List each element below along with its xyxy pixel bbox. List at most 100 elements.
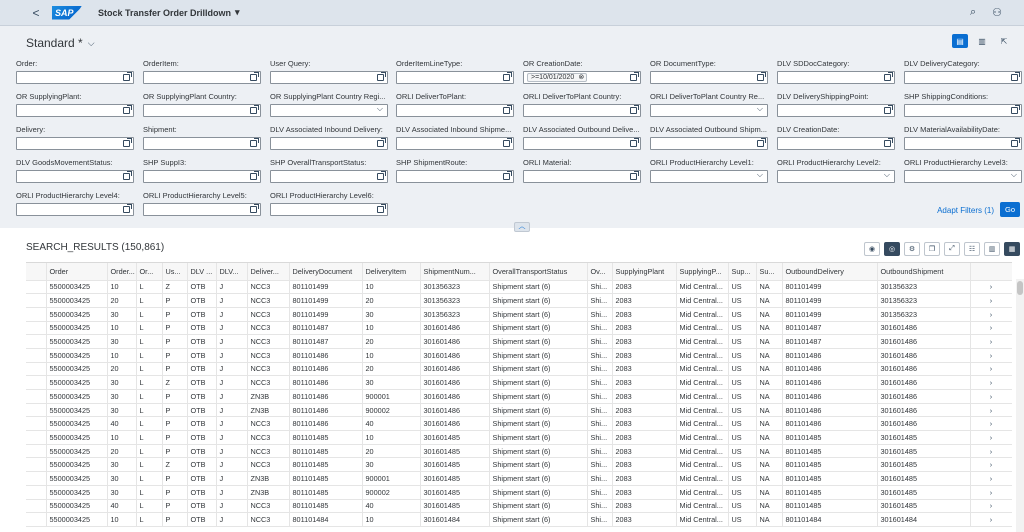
column-header[interactable]: Ov... <box>587 263 613 281</box>
value-help-icon[interactable] <box>503 105 512 114</box>
select-all-header[interactable] <box>26 263 47 281</box>
filter-select[interactable]: ⌵ <box>270 104 388 117</box>
row-selector[interactable] <box>26 321 47 336</box>
value-help-icon[interactable] <box>250 171 259 180</box>
table-row[interactable]: 5500003425 10 L P OTB J NCC3 801101485 10 3016014… <box>26 430 1012 445</box>
row-selector[interactable] <box>26 389 47 404</box>
row-navigation-icon[interactable]: › <box>970 512 1012 527</box>
row-navigation-icon[interactable]: › <box>970 362 1012 377</box>
table-row[interactable]: 5500003425 40 L P OTB J NCC3 801101485 40 3016014… <box>26 499 1012 514</box>
filter-input[interactable] <box>270 137 388 150</box>
filter-input[interactable] <box>143 104 261 117</box>
filter-input[interactable] <box>650 71 768 84</box>
filter-input[interactable] <box>396 104 514 117</box>
filter-input[interactable] <box>396 137 514 150</box>
row-selector[interactable] <box>26 471 47 486</box>
column-header[interactable]: Or... <box>136 263 163 281</box>
table-view-icon[interactable]: ▦ <box>1004 242 1020 256</box>
filter-input[interactable] <box>523 137 641 150</box>
value-help-icon[interactable] <box>503 72 512 81</box>
column-header[interactable]: DLV ... <box>187 263 217 281</box>
table-row[interactable]: 5500003425 20 L P OTB J NCC3 801101499 20 3013563… <box>26 293 1012 308</box>
filter-input[interactable] <box>270 203 388 216</box>
value-help-icon[interactable] <box>884 72 893 81</box>
row-selector[interactable] <box>26 430 47 445</box>
filter-input[interactable] <box>904 71 1022 84</box>
row-navigation-icon[interactable]: › <box>970 375 1012 390</box>
table-row[interactable]: 5500003425 40 L P OTB J NCC3 801101486 40 3016014… <box>26 416 1012 432</box>
column-header[interactable]: DeliveryItem <box>362 263 421 281</box>
filter-input[interactable] <box>777 104 895 117</box>
column-header[interactable]: Sup... <box>728 263 757 281</box>
value-help-icon[interactable] <box>123 171 132 180</box>
scrollbar-thumb[interactable] <box>1017 281 1023 295</box>
app-title[interactable]: Stock Transfer Order Drilldown ▾ <box>98 7 240 18</box>
row-navigation-icon[interactable]: › <box>970 499 1012 514</box>
copy-icon[interactable]: ❐ <box>924 242 940 256</box>
table-row[interactable]: 5500003425 10 L P OTB J NCC3 801101487 10 3016014… <box>26 321 1012 336</box>
collapse-header-button[interactable]: ︿ <box>514 222 530 232</box>
table-row[interactable]: 5500003425 30 L P OTB J NCC3 801101487 20 3016014… <box>26 334 1012 349</box>
row-selector[interactable] <box>26 457 47 473</box>
filter-input[interactable] <box>270 170 388 183</box>
row-selector[interactable] <box>26 348 47 363</box>
vertical-scrollbar[interactable] <box>1016 279 1024 532</box>
chevron-down-icon[interactable]: ⌵ <box>757 104 763 114</box>
value-help-icon[interactable] <box>630 138 639 147</box>
row-selector[interactable] <box>26 293 47 308</box>
filter-select[interactable]: ⌵ <box>904 170 1022 183</box>
row-navigation-icon[interactable]: › <box>970 280 1012 295</box>
value-help-icon[interactable] <box>377 204 386 213</box>
filter-select[interactable]: ⌵ <box>777 170 895 183</box>
column-header[interactable]: OutboundDelivery <box>782 263 878 281</box>
row-selector[interactable] <box>26 280 47 295</box>
filter-input[interactable] <box>143 203 261 216</box>
value-help-icon[interactable] <box>123 138 132 147</box>
row-navigation-icon[interactable]: › <box>970 348 1012 363</box>
row-navigation-icon[interactable]: › <box>970 416 1012 432</box>
go-button[interactable]: Go <box>1000 202 1020 217</box>
filter-input[interactable] <box>16 170 134 183</box>
column-header[interactable]: ShipmentNum... <box>420 263 490 281</box>
column-header[interactable]: Deliver... <box>247 263 290 281</box>
filter-input[interactable] <box>523 104 641 117</box>
row-selector[interactable] <box>26 512 47 527</box>
value-help-icon[interactable] <box>250 105 259 114</box>
table-row[interactable]: 5500003425 30 L P OTB J ZN3B 801101486 900001 301… <box>26 389 1012 404</box>
row-selector[interactable] <box>26 416 47 432</box>
table-row[interactable]: 5500003425 20 L P OTB J NCC3 801101486 20 3016014… <box>26 362 1012 377</box>
filter-input[interactable] <box>143 170 261 183</box>
value-help-icon[interactable] <box>884 138 893 147</box>
row-selector[interactable] <box>26 499 47 514</box>
search-icon[interactable]: ⌕ <box>970 6 976 19</box>
table-row[interactable]: 5500003425 30 L Z OTB J NCC3 801101486 30 3016014… <box>26 375 1012 390</box>
row-selector[interactable] <box>26 444 47 459</box>
filter-select[interactable]: ⌵ <box>650 104 768 117</box>
filter-input[interactable] <box>16 71 134 84</box>
row-navigation-icon[interactable]: › <box>970 471 1012 486</box>
filter-input[interactable] <box>270 71 388 84</box>
column-header[interactable]: DLV... <box>216 263 248 281</box>
row-selector[interactable] <box>26 307 47 322</box>
row-selector[interactable] <box>26 334 47 349</box>
filter-select[interactable]: ⌵ <box>650 170 768 183</box>
row-navigation-icon[interactable]: › <box>970 485 1012 500</box>
value-help-icon[interactable] <box>884 105 893 114</box>
table-row[interactable]: 5500003425 30 L Z OTB J NCC3 801101485 30 3016014… <box>26 457 1012 473</box>
column-header[interactable]: Order <box>46 263 108 281</box>
value-help-icon[interactable] <box>1011 72 1020 81</box>
column-header[interactable]: DeliveryDocument <box>289 263 363 281</box>
filter-input[interactable] <box>396 71 514 84</box>
filter-input[interactable] <box>904 137 1022 150</box>
hide-icon[interactable]: ◎ <box>884 242 900 256</box>
chevron-down-icon[interactable]: ⌵ <box>377 104 383 114</box>
gear-icon[interactable]: ⚙ <box>904 242 920 256</box>
table-row[interactable]: 5500003425 30 L P OTB J ZN3B 801101485 900001 301… <box>26 471 1012 486</box>
chevron-down-icon[interactable]: ⌵ <box>757 170 763 180</box>
row-selector[interactable] <box>26 403 47 418</box>
filter-icon[interactable]: ▤ <box>952 34 968 48</box>
adapt-filters-button[interactable]: Adapt Filters (1) <box>937 206 994 215</box>
eye-icon[interactable]: ◉ <box>864 242 880 256</box>
row-navigation-icon[interactable]: › <box>970 389 1012 404</box>
column-header[interactable]: Us... <box>162 263 188 281</box>
